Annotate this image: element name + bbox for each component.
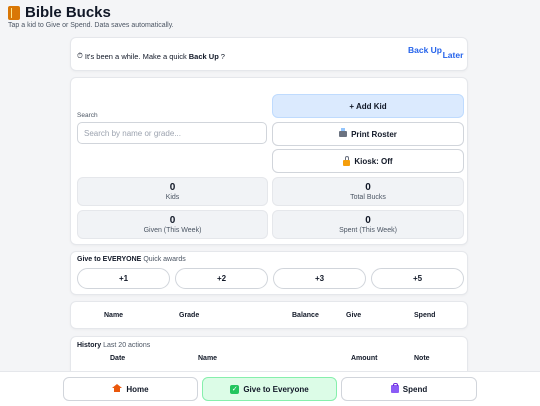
- give-plus-3-button[interactable]: +3: [273, 268, 366, 289]
- kiosk-label: Kiosk: Off: [354, 156, 393, 166]
- history-title: History: [77, 342, 102, 349]
- give-plus-1-button[interactable]: +1: [77, 268, 170, 289]
- app-subtitle: Tap a kid to Give or Spend. Data saves a…: [8, 22, 174, 29]
- printer-icon: [339, 128, 348, 137]
- column-header-balance: Balance: [292, 312, 319, 319]
- give-everyone-heading: Give to EVERYONE Quick awards: [77, 256, 186, 263]
- stat-spent-week-value: 0: [365, 215, 371, 226]
- history-column-note: Note: [414, 355, 430, 362]
- give-everyone-card: Give to EVERYONE Quick awards +1 +2 +3 +5: [70, 251, 468, 295]
- stat-spent-week-label: Spent (This Week): [339, 227, 397, 234]
- book-icon: [8, 5, 20, 20]
- app-title: Bible Bucks: [8, 4, 174, 21]
- print-roster-label: Print Roster: [351, 129, 397, 139]
- lock-icon: [343, 155, 351, 166]
- nav-spend-label: Spend: [402, 384, 428, 394]
- history-column-name: Name: [198, 355, 218, 362]
- print-roster-button[interactable]: Print Roster: [272, 122, 464, 146]
- bottom-nav: Home ✓ Give to Everyone Spend: [0, 371, 540, 406]
- give-everyone-subtitle: Quick awards: [143, 256, 186, 263]
- stat-given-week-label: Given (This Week): [143, 227, 202, 234]
- nav-give-everyone-label: Give to Everyone: [243, 384, 309, 394]
- app-header: Bible Bucks Tap a kid to Give or Spend. …: [8, 4, 174, 29]
- backup-message: ⏱ It's been a while. Make a quick Back U…: [77, 51, 225, 61]
- nav-home-label: Home: [126, 384, 149, 394]
- backup-message-prefix: It's been a while. Make a quick: [84, 51, 187, 61]
- history-column-date: Date: [110, 355, 126, 362]
- stat-total-bucks-value: 0: [365, 182, 371, 193]
- stat-kids-value: 0: [169, 182, 176, 193]
- stat-given-week-value: 0: [169, 215, 176, 226]
- column-header-name: Name: [104, 312, 124, 319]
- kids-table: Name Grade Balance Give Spend: [70, 301, 468, 329]
- column-header-give: Give: [346, 312, 362, 319]
- stat-kids-label: Kids: [165, 194, 180, 201]
- add-kid-label: + Add Kid: [349, 101, 387, 111]
- search-label: Search: [77, 112, 98, 119]
- give-plus-5-button[interactable]: +5: [371, 268, 464, 289]
- home-icon: [112, 384, 123, 392]
- check-icon: ✓: [230, 384, 240, 394]
- main-panel: Search + Add Kid Print Roster Kiosk: Off…: [70, 77, 468, 245]
- timer-icon: ⏱: [77, 51, 83, 60]
- stat-kids: 0 Kids: [77, 177, 268, 206]
- history-subtitle: Last 20 actions: [103, 342, 151, 349]
- stat-given-week: 0 Given (This Week): [77, 210, 268, 239]
- nav-spend-button[interactable]: Spend: [341, 377, 477, 401]
- nav-give-everyone-button[interactable]: ✓ Give to Everyone: [202, 377, 337, 401]
- later-button[interactable]: Later: [441, 50, 465, 60]
- history-column-amount: Amount: [351, 355, 378, 362]
- give-plus-2-button[interactable]: +2: [175, 268, 268, 289]
- back-up-button[interactable]: Back Up: [407, 45, 443, 55]
- stat-total-bucks: 0 Total Bucks: [272, 177, 464, 206]
- column-header-spend: Spend: [414, 312, 436, 319]
- shopping-bag-icon: [390, 383, 399, 393]
- stat-total-bucks-label: Total Bucks: [350, 194, 386, 201]
- backup-banner: ⏱ It's been a while. Make a quick Back U…: [70, 37, 468, 71]
- backup-message-suffix: ?: [220, 51, 225, 61]
- give-everyone-title: Give to EVERYONE: [77, 256, 142, 263]
- history-heading: History Last 20 actions: [77, 342, 150, 349]
- nav-home-button[interactable]: Home: [63, 377, 198, 401]
- add-kid-button[interactable]: + Add Kid: [272, 94, 464, 118]
- app-title-text: Bible Bucks: [25, 4, 111, 21]
- search-input[interactable]: [77, 122, 267, 144]
- backup-message-bold: Back Up: [188, 51, 219, 61]
- column-header-grade: Grade: [179, 312, 200, 319]
- stat-spent-week: 0 Spent (This Week): [272, 210, 464, 239]
- kiosk-toggle-button[interactable]: Kiosk: Off: [272, 149, 464, 173]
